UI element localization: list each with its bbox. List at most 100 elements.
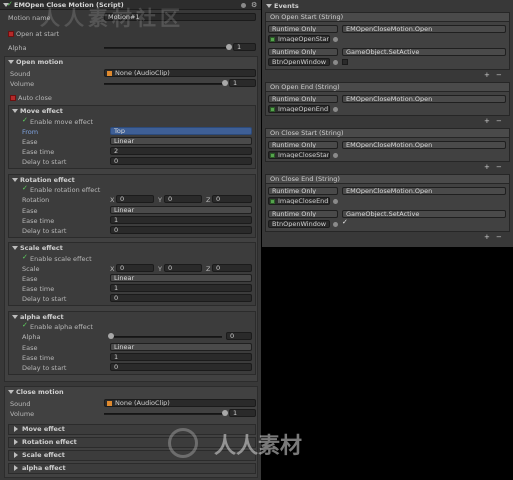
event-function-dropdown[interactable]: GameObject.SetActive [342,210,506,218]
open-volume-value[interactable]: 1 [229,79,256,87]
alpha-ease-dropdown[interactable]: Linear [110,343,252,351]
object-picker-icon[interactable] [333,37,338,42]
object-picker-icon[interactable] [333,153,338,158]
close-alpha-foldout-icon[interactable] [14,465,18,471]
close-scale-effect-header[interactable]: Scale effect [22,451,65,459]
remove-listener-button[interactable]: − [496,71,502,79]
event-mode-dropdown[interactable]: Runtime Only [268,48,338,56]
event-object-field[interactable]: ImageCloseEnd [268,197,330,205]
alpha-effect-header[interactable]: alpha effect [20,313,64,321]
help-icon[interactable] [241,3,246,8]
alpha-effect-foldout-icon[interactable] [12,315,18,319]
rotation-delay-field[interactable]: 0 [110,226,252,234]
open-sound-field[interactable]: None (AudioClip) [104,69,256,77]
rotation-effect-foldout-icon[interactable] [12,178,18,182]
event-bool-checkbox[interactable] [342,59,348,65]
auto-close-checkbox[interactable] [10,95,16,101]
event-bool-checkbox-checked[interactable]: ✓ [342,219,349,226]
enable-alpha-checkbox[interactable]: ✓ [22,322,29,329]
gear-icon[interactable]: ⚙ [251,1,257,9]
scale-effect-header[interactable]: Scale effect [20,244,63,252]
event-function-dropdown[interactable]: EMOpenCloseMotion.Open [342,25,506,33]
object-picker-icon[interactable] [333,107,338,112]
rotation-effect-header[interactable]: Rotation effect [20,176,75,184]
scale-delay-field[interactable]: 0 [110,294,252,302]
object-picker-icon[interactable] [333,222,338,227]
event-mode-dropdown[interactable]: Runtime Only [268,25,338,33]
events-title[interactable]: Events [274,2,299,10]
move-effect-foldout-icon[interactable] [12,109,18,113]
close-alpha-effect-header[interactable]: alpha effect [22,464,66,472]
close-volume-value[interactable]: 1 [229,409,256,417]
rotation-y-field[interactable]: 0 [164,195,202,203]
event-function-dropdown[interactable]: EMOpenCloseMotion.Open [342,187,506,195]
close-volume-slider[interactable] [104,413,226,415]
remove-listener-button[interactable]: − [496,117,502,125]
add-listener-button[interactable]: + [484,71,490,79]
close-motion-foldout-icon[interactable] [8,390,14,394]
move-delay-field[interactable]: 0 [110,157,252,165]
event-object-field[interactable]: ImageOpenStart [268,35,330,43]
alpha-effect-slider[interactable] [110,336,222,338]
close-rotation-effect-header[interactable]: Rotation effect [22,438,77,446]
move-from-dropdown[interactable]: Top [110,127,252,135]
rotation-z-field[interactable]: 0 [212,195,252,203]
scale-ease-time-field[interactable]: 1 [110,284,252,292]
rotation-ease-time-field[interactable]: 1 [110,216,252,224]
close-motion-header[interactable]: Close motion [16,388,64,396]
enable-move-checkbox[interactable]: ✓ [22,117,29,124]
open-volume-slider[interactable] [104,83,226,85]
alpha-effect-value[interactable]: 0 [226,332,252,340]
close-move-effect-header[interactable]: Move effect [22,425,65,433]
events-foldout-icon[interactable] [266,4,272,8]
close-scale-foldout-icon[interactable] [14,452,18,458]
move-effect-header[interactable]: Move effect [20,107,63,115]
add-listener-button[interactable]: + [484,163,490,171]
remove-listener-button[interactable]: − [496,233,502,241]
alpha-effect-slider-knob[interactable] [108,333,114,339]
alpha-slider-knob[interactable] [226,44,232,50]
scale-label: Scale [22,265,40,273]
event-mode-dropdown[interactable]: Runtime Only [268,187,338,195]
close-volume-slider-knob[interactable] [222,410,228,416]
scale-x-label: X [110,265,115,273]
event-mode-dropdown[interactable]: Runtime Only [268,95,338,103]
object-picker-icon[interactable] [333,199,338,204]
scale-y-field[interactable]: 0 [164,264,202,272]
event-object-field[interactable]: ImageCloseStart [268,151,330,159]
scale-effect-foldout-icon[interactable] [12,246,18,250]
event-function-dropdown[interactable]: GameObject.SetActive [342,48,506,56]
move-ease-time-field[interactable]: 2 [110,147,252,155]
rotation-x-field[interactable]: 0 [116,195,154,203]
event-function-dropdown[interactable]: EMOpenCloseMotion.Open [342,95,506,103]
close-rotation-foldout-icon[interactable] [14,439,18,445]
open-motion-header[interactable]: Open motion [16,58,63,66]
close-sound-field[interactable]: None (AudioClip) [104,399,256,407]
open-motion-foldout-icon[interactable] [8,60,14,64]
alpha-delay-field[interactable]: 0 [110,363,252,371]
event-object-field[interactable]: BtnOpenWindow [268,220,330,228]
enable-scale-checkbox[interactable]: ✓ [22,254,29,261]
event-mode-dropdown[interactable]: Runtime Only [268,141,338,149]
event-function-dropdown[interactable]: EMOpenCloseMotion.Open [342,141,506,149]
enable-rotation-checkbox[interactable]: ✓ [22,185,29,192]
close-move-foldout-icon[interactable] [14,426,18,432]
scale-ease-dropdown[interactable]: Linear [110,274,252,282]
rotation-ease-dropdown[interactable]: Linear [110,206,252,214]
component-enabled-checkbox[interactable]: ✓ [7,1,14,8]
object-picker-icon[interactable] [333,60,338,65]
event-object-field[interactable]: BtnOpenWindow [268,58,330,66]
add-listener-button[interactable]: + [484,233,490,241]
alpha-ease-time-field[interactable]: 1 [110,353,252,361]
alpha-slider[interactable] [104,47,230,49]
move-ease-dropdown[interactable]: Linear [110,137,252,145]
open-at-start-checkbox[interactable] [8,31,14,37]
event-object-field[interactable]: ImageOpenEnd [268,105,330,113]
scale-z-field[interactable]: 0 [212,264,252,272]
scale-x-field[interactable]: 0 [116,264,154,272]
add-listener-button[interactable]: + [484,117,490,125]
remove-listener-button[interactable]: − [496,163,502,171]
alpha-value-field[interactable]: 1 [233,43,256,51]
open-volume-slider-knob[interactable] [222,80,228,86]
event-mode-dropdown[interactable]: Runtime Only [268,210,338,218]
